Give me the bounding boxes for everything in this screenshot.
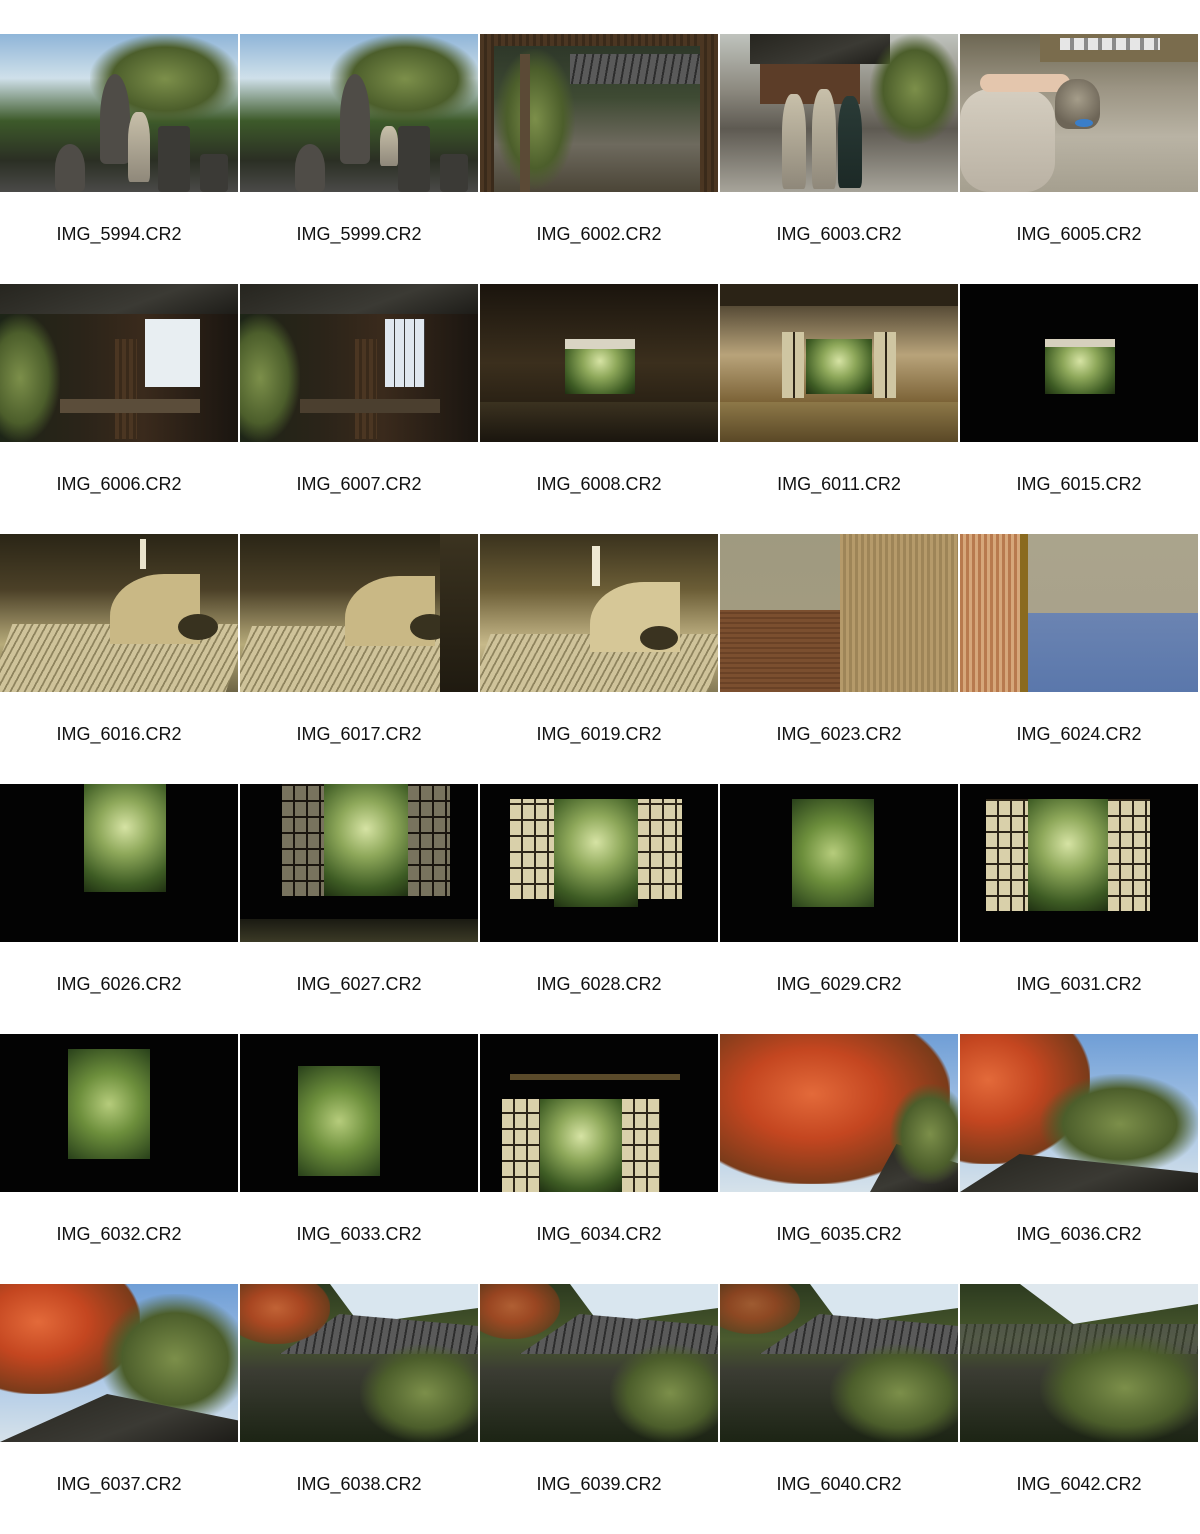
thumbnail-filename: IMG_6038.CR2: [296, 1474, 422, 1494]
thumbnail-image[interactable]: [960, 534, 1198, 692]
thumbnail-image[interactable]: [720, 784, 958, 942]
thumbnail-filename: IMG_5994.CR2: [56, 224, 182, 244]
thumbnail-cell[interactable]: IMG_6008.CR2: [480, 284, 718, 534]
thumbnail-image[interactable]: [480, 34, 718, 192]
thumbnail-image[interactable]: [960, 34, 1198, 192]
thumbnail-image[interactable]: [720, 284, 958, 442]
thumbnail-image[interactable]: [960, 284, 1198, 442]
thumbnail-image[interactable]: [480, 1034, 718, 1192]
thumbnail-cell[interactable]: IMG_6028.CR2: [480, 784, 718, 1034]
thumbnail-cell[interactable]: IMG_6024.CR2: [960, 534, 1198, 784]
thumbnail-image[interactable]: [240, 784, 478, 942]
thumbnail-filename: IMG_6032.CR2: [56, 1224, 182, 1244]
thumbnail-cell[interactable]: IMG_6015.CR2: [960, 284, 1198, 534]
thumbnail-image[interactable]: [720, 534, 958, 692]
thumbnail-filename: IMG_6002.CR2: [536, 224, 662, 244]
thumbnail-filename: IMG_6039.CR2: [536, 1474, 662, 1494]
thumbnail-cell[interactable]: IMG_6036.CR2: [960, 1034, 1198, 1284]
thumbnail-image[interactable]: [480, 284, 718, 442]
thumbnail-cell[interactable]: IMG_6033.CR2: [240, 1034, 478, 1284]
thumbnail-image[interactable]: [0, 1034, 238, 1192]
thumbnail-filename: IMG_6016.CR2: [56, 724, 182, 744]
thumbnail-image[interactable]: [480, 1284, 718, 1442]
thumbnail-image[interactable]: [240, 284, 478, 442]
thumbnail-filename: IMG_6005.CR2: [1016, 224, 1142, 244]
thumbnail-filename: IMG_6024.CR2: [1016, 724, 1142, 744]
thumbnail-filename: IMG_6007.CR2: [296, 474, 422, 494]
thumbnail-filename: IMG_6040.CR2: [776, 1474, 902, 1494]
thumbnail-filename: IMG_6006.CR2: [56, 474, 182, 494]
thumbnail-cell[interactable]: IMG_6038.CR2: [240, 1284, 478, 1534]
thumbnail-filename: IMG_6023.CR2: [776, 724, 902, 744]
thumbnail-filename: IMG_6015.CR2: [1016, 474, 1142, 494]
thumbnail-cell[interactable]: IMG_6042.CR2: [960, 1284, 1198, 1534]
thumbnail-cell[interactable]: IMG_6007.CR2: [240, 284, 478, 534]
thumbnail-filename: IMG_6028.CR2: [536, 974, 662, 994]
thumbnail-image[interactable]: [720, 34, 958, 192]
thumbnail-image[interactable]: [240, 34, 478, 192]
thumbnail-image[interactable]: [960, 784, 1198, 942]
thumbnail-cell[interactable]: IMG_6040.CR2: [720, 1284, 958, 1534]
thumbnail-cell[interactable]: IMG_6027.CR2: [240, 784, 478, 1034]
thumbnail-image[interactable]: [0, 784, 238, 942]
thumbnail-image[interactable]: [960, 1284, 1198, 1442]
thumbnail-cell[interactable]: IMG_5999.CR2: [240, 34, 478, 284]
thumbnail-cell[interactable]: IMG_6035.CR2: [720, 1034, 958, 1284]
thumbnail-image[interactable]: [240, 534, 478, 692]
thumbnail-cell[interactable]: IMG_6002.CR2: [480, 34, 718, 284]
thumbnail-image[interactable]: [480, 784, 718, 942]
thumbnail-image[interactable]: [720, 1034, 958, 1192]
thumbnail-grid: IMG_5994.CR2 IMG_5999.CR2 IMG_6002.CR2 I…: [0, 34, 1198, 1534]
thumbnail-image[interactable]: [240, 1284, 478, 1442]
thumbnail-image[interactable]: [240, 1034, 478, 1192]
thumbnail-filename: IMG_6031.CR2: [1016, 974, 1142, 994]
thumbnail-cell[interactable]: IMG_6026.CR2: [0, 784, 238, 1034]
thumbnail-cell[interactable]: IMG_6006.CR2: [0, 284, 238, 534]
thumbnail-cell[interactable]: IMG_6032.CR2: [0, 1034, 238, 1284]
thumbnail-filename: IMG_6008.CR2: [536, 474, 662, 494]
thumbnail-cell[interactable]: IMG_5994.CR2: [0, 34, 238, 284]
thumbnail-image[interactable]: [480, 534, 718, 692]
thumbnail-filename: IMG_6003.CR2: [776, 224, 902, 244]
thumbnail-filename: IMG_6019.CR2: [536, 724, 662, 744]
thumbnail-cell[interactable]: IMG_6034.CR2: [480, 1034, 718, 1284]
thumbnail-filename: IMG_6027.CR2: [296, 974, 422, 994]
thumbnail-filename: IMG_6035.CR2: [776, 1224, 902, 1244]
thumbnail-filename: IMG_6034.CR2: [536, 1224, 662, 1244]
thumbnail-filename: IMG_5999.CR2: [296, 224, 422, 244]
thumbnail-cell[interactable]: IMG_6031.CR2: [960, 784, 1198, 1034]
thumbnail-filename: IMG_6017.CR2: [296, 724, 422, 744]
thumbnail-cell[interactable]: IMG_6039.CR2: [480, 1284, 718, 1534]
thumbnail-image[interactable]: [0, 1284, 238, 1442]
thumbnail-cell[interactable]: IMG_6003.CR2: [720, 34, 958, 284]
thumbnail-cell[interactable]: IMG_6016.CR2: [0, 534, 238, 784]
thumbnail-filename: IMG_6036.CR2: [1016, 1224, 1142, 1244]
thumbnail-cell[interactable]: IMG_6017.CR2: [240, 534, 478, 784]
thumbnail-filename: IMG_6033.CR2: [296, 1224, 422, 1244]
contact-sheet: IMG_5994.CR2 IMG_5999.CR2 IMG_6002.CR2 I…: [0, 0, 1200, 1500]
thumbnail-cell[interactable]: IMG_6037.CR2: [0, 1284, 238, 1534]
thumbnail-filename: IMG_6011.CR2: [777, 474, 901, 494]
thumbnail-filename: IMG_6029.CR2: [776, 974, 902, 994]
thumbnail-image[interactable]: [720, 1284, 958, 1442]
thumbnail-cell[interactable]: IMG_6019.CR2: [480, 534, 718, 784]
thumbnail-cell[interactable]: IMG_6011.CR2: [720, 284, 958, 534]
thumbnail-filename: IMG_6026.CR2: [56, 974, 182, 994]
thumbnail-cell[interactable]: IMG_6029.CR2: [720, 784, 958, 1034]
thumbnail-image[interactable]: [0, 34, 238, 192]
thumbnail-image[interactable]: [0, 284, 238, 442]
thumbnail-filename: IMG_6042.CR2: [1016, 1474, 1142, 1494]
thumbnail-image[interactable]: [960, 1034, 1198, 1192]
thumbnail-cell[interactable]: IMG_6023.CR2: [720, 534, 958, 784]
thumbnail-cell[interactable]: IMG_6005.CR2: [960, 34, 1198, 284]
thumbnail-image[interactable]: [0, 534, 238, 692]
thumbnail-filename: IMG_6037.CR2: [56, 1474, 182, 1494]
